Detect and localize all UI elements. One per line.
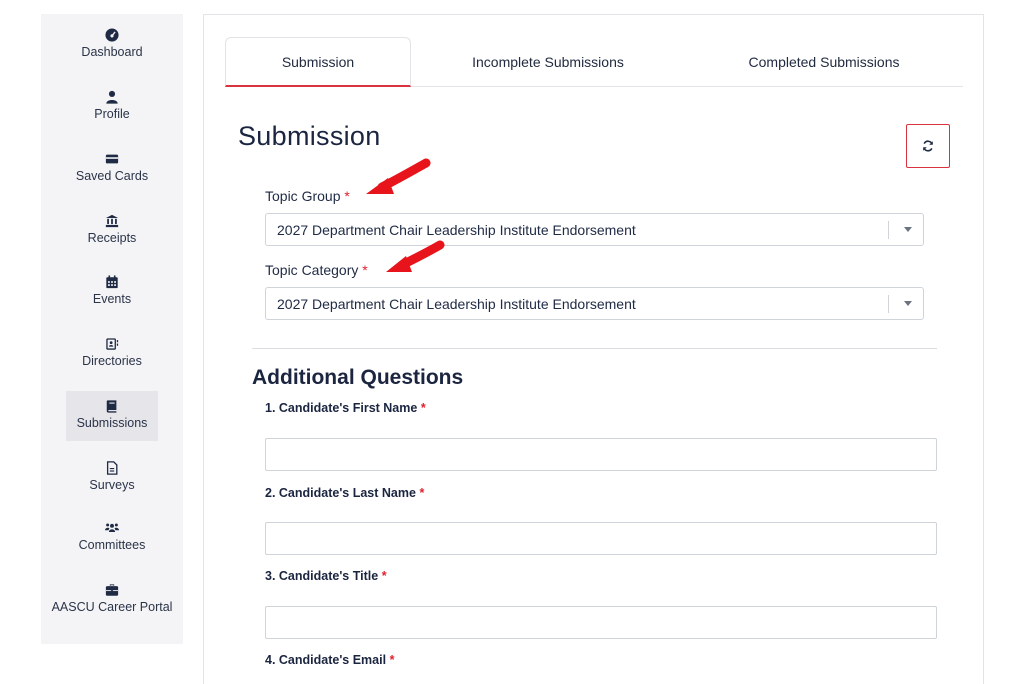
candidate-last-name-input[interactable] (265, 522, 937, 555)
question-label: 2. Candidate's Last Name * (265, 486, 424, 500)
refresh-button[interactable] (906, 124, 950, 168)
question-label: 1. Candidate's First Name * (265, 401, 426, 415)
topic-group-label: Topic Group * (265, 188, 350, 204)
question-label: 3. Candidate's Title * (265, 569, 387, 583)
tab-label: Submission (281, 53, 355, 70)
briefcase-icon (104, 582, 120, 598)
calendar-icon (104, 274, 120, 290)
tab-incomplete-submissions[interactable]: Incomplete Submissions (423, 37, 673, 87)
required-marker: * (381, 569, 387, 583)
required-marker: * (420, 401, 426, 415)
topic-category-label-text: Topic Category (265, 262, 359, 278)
bank-icon (104, 213, 120, 229)
sidebar-item-label: Receipts (87, 231, 137, 245)
tab-label: Completed Submissions (748, 54, 900, 70)
book-icon (104, 398, 120, 414)
tab-completed-submissions[interactable]: Completed Submissions (705, 37, 943, 87)
tab-label: Incomplete Submissions (472, 54, 624, 70)
sidebar-item-saved-cards[interactable]: Saved Cards (41, 151, 183, 203)
sidebar-item-dashboard[interactable]: Dashboard (41, 27, 183, 79)
question-label-text: 4. Candidate's Email (265, 653, 387, 667)
users-icon (104, 520, 120, 536)
required-marker: * (389, 653, 395, 667)
sidebar-item-label: Directories (82, 354, 142, 368)
chevron-down-icon[interactable] (904, 301, 912, 306)
refresh-icon (922, 140, 934, 152)
sidebar-item-label: Submissions (76, 416, 148, 430)
credit-card-icon (104, 151, 120, 167)
sidebar-item-label: Saved Cards (75, 169, 149, 183)
question-label-text: 3. Candidate's Title (265, 569, 379, 583)
annotation-arrow-icon (366, 158, 431, 194)
candidate-first-name-input[interactable] (265, 438, 937, 471)
sidebar-item-profile[interactable]: Profile (41, 89, 183, 141)
sidebar-item-committees[interactable]: Committees (41, 520, 183, 572)
required-marker: * (362, 262, 368, 278)
topic-group-label-text: Topic Group (265, 188, 341, 204)
question-label: 4. Candidate's Email * (265, 653, 394, 667)
topic-category-label: Topic Category * (265, 262, 368, 278)
sidebar-item-receipts[interactable]: Receipts (41, 213, 183, 265)
candidate-title-input[interactable] (265, 606, 937, 639)
user-icon (104, 89, 120, 105)
topic-group-selected-value: 2027 Department Chair Leadership Institu… (277, 221, 636, 238)
sidebar-item-events[interactable]: Events (41, 274, 183, 326)
section-divider (252, 348, 937, 349)
chevron-down-icon[interactable] (904, 227, 912, 232)
additional-questions-title: Additional Questions (252, 366, 464, 389)
topic-category-selected-value: 2027 Department Chair Leadership Institu… (277, 295, 636, 312)
address-book-icon (104, 336, 120, 352)
topic-category-select[interactable]: 2027 Department Chair Leadership Institu… (265, 287, 924, 320)
sidebar-item-label: Profile (94, 107, 130, 121)
annotation-arrow-icon (386, 240, 445, 272)
sidebar-item-label: Dashboard (81, 45, 143, 59)
required-marker: * (419, 486, 425, 500)
document-icon (104, 460, 120, 476)
select-separator (888, 295, 889, 313)
topic-group-select[interactable]: 2027 Department Chair Leadership Institu… (265, 213, 924, 246)
dashboard-gauge-icon (104, 27, 120, 43)
sidebar-item-directories[interactable]: Directories (41, 336, 183, 388)
sidebar-item-label: Events (92, 292, 132, 306)
question-label-text: 2. Candidate's Last Name (265, 486, 416, 500)
submission-tabs: Submission Incomplete Submissions Comple… (225, 37, 963, 87)
sidebar-item-label: Surveys (89, 478, 135, 492)
tab-submission[interactable]: Submission (225, 37, 411, 87)
select-separator (888, 221, 889, 239)
sidebar-item-label: AASCU Career Portal (51, 600, 173, 614)
sidebar-item-surveys[interactable]: Surveys (41, 460, 183, 512)
sidebar-item-label: Committees (78, 538, 146, 552)
submission-panel: Submission Incomplete Submissions Comple… (203, 14, 984, 684)
page-title: Submission (238, 121, 381, 151)
required-marker: * (344, 188, 350, 204)
sidebar-item-submissions[interactable]: Submissions (66, 391, 158, 441)
sidebar-nav: Dashboard Profile Saved Cards Receipts E… (41, 14, 183, 644)
sidebar-item-aascu-career-portal[interactable]: AASCU Career Portal (41, 582, 183, 634)
question-label-text: 1. Candidate's First Name (265, 401, 418, 415)
